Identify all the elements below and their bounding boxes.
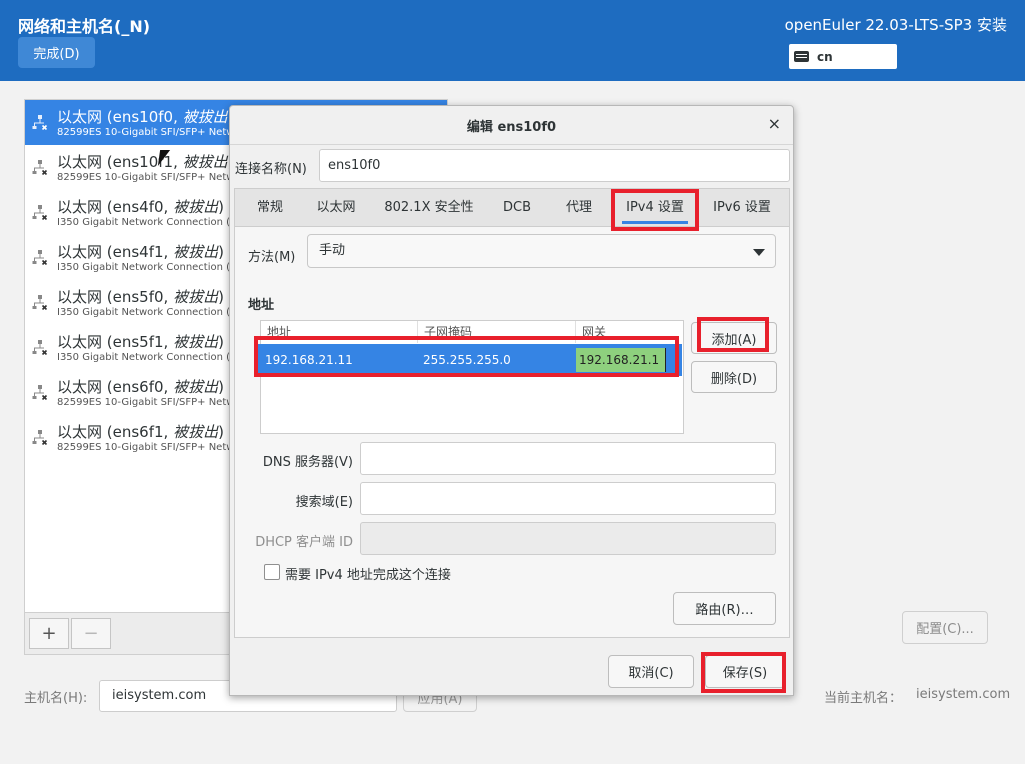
- gateway-cell-editor[interactable]: 192.168.21.1: [576, 348, 666, 372]
- tab-bar: 常规 以太网 802.1X 安全性 DCB 代理 IPv4 设置 IPv6 设置: [235, 189, 789, 227]
- address-cell[interactable]: 192.168.21.11: [265, 353, 353, 367]
- tab-8021x-security[interactable]: 802.1X 安全性: [381, 189, 477, 226]
- remove-device-button[interactable]: −: [71, 618, 111, 649]
- require-ipv4-label[interactable]: 需要 IPv4 地址完成这个连接: [285, 564, 451, 583]
- cancel-button[interactable]: 取消(C): [608, 655, 694, 688]
- done-button[interactable]: 完成(D): [18, 37, 95, 68]
- tab-ipv4-settings[interactable]: IPv4 设置: [618, 189, 692, 226]
- addresses-heading: 地址: [248, 298, 275, 313]
- method-label: 方法(M): [248, 250, 296, 265]
- network-wired-disconnected-icon: [32, 159, 48, 176]
- dialog-title: 编辑 ens10f0: [230, 106, 793, 145]
- install-title: openEuler 22.03-LTS-SP3 安装: [784, 16, 1007, 34]
- tab-proxy[interactable]: 代理: [557, 189, 601, 226]
- device-name: 以太网 (ens6f1, 被拔出): [57, 423, 224, 441]
- tab-general[interactable]: 常规: [243, 189, 297, 226]
- configure-button[interactable]: 配置(C)...: [902, 611, 988, 644]
- network-wired-disconnected-icon: [32, 294, 48, 311]
- device-name: 以太网 (ens4f1, 被拔出): [57, 243, 224, 261]
- column-address[interactable]: 地址: [261, 321, 418, 343]
- tab-ethernet[interactable]: 以太网: [309, 189, 363, 226]
- network-wired-disconnected-icon: [32, 249, 48, 266]
- device-name: 以太网 (ens4f0, 被拔出): [57, 198, 224, 216]
- hostname-label: 主机名(H):: [24, 691, 88, 706]
- page-title: 网络和主机名(_N): [18, 17, 151, 36]
- dhcp-client-id-label: DHCP 客户端 ID: [255, 535, 353, 550]
- table-row[interactable]: 192.168.21.11 255.255.255.0 192.168.21.1: [258, 344, 682, 376]
- search-domains-input[interactable]: [360, 482, 776, 515]
- routes-button[interactable]: 路由(R)…: [673, 592, 776, 625]
- address-table[interactable]: 地址 子网掩码 网关 192.168.21.11 255.255.255.0 1…: [258, 320, 684, 434]
- device-name: 以太网 (ens10f1, 被拔出): [57, 153, 234, 171]
- delete-address-button[interactable]: 删除(D): [691, 361, 777, 393]
- edit-connection-dialog: 编辑 ens10f0 × 连接名称(N) ens10f0 常规 以太网 802.…: [229, 105, 794, 696]
- keyboard-layout-label: cn: [817, 49, 833, 64]
- column-netmask[interactable]: 子网掩码: [418, 321, 576, 343]
- network-wired-disconnected-icon: [32, 204, 48, 221]
- method-value: 手动: [319, 243, 346, 258]
- connection-name-input[interactable]: ens10f0: [319, 149, 790, 182]
- add-address-button[interactable]: 添加(A): [691, 322, 777, 354]
- chevron-down-icon: [753, 249, 765, 256]
- network-wired-disconnected-icon: [32, 339, 48, 356]
- settings-notebook: 常规 以太网 802.1X 安全性 DCB 代理 IPv4 设置 IPv6 设置…: [234, 188, 790, 638]
- connection-name-label: 连接名称(N): [235, 162, 307, 177]
- close-icon[interactable]: ×: [768, 114, 781, 133]
- dhcp-client-id-input: [360, 522, 776, 555]
- dns-servers-input[interactable]: [360, 442, 776, 475]
- method-select[interactable]: 手动: [307, 234, 776, 268]
- search-domains-label: 搜索域(E): [295, 495, 353, 510]
- device-name: 以太网 (ens5f1, 被拔出): [57, 333, 224, 351]
- network-wired-disconnected-icon: [32, 114, 48, 131]
- keyboard-icon: [794, 51, 809, 62]
- device-name: 以太网 (ens10f0, 被拔出): [57, 108, 234, 126]
- tab-dcb[interactable]: DCB: [495, 189, 539, 226]
- save-button[interactable]: 保存(S): [705, 655, 785, 688]
- network-wired-disconnected-icon: [32, 429, 48, 446]
- require-ipv4-checkbox[interactable]: [264, 564, 280, 580]
- network-wired-disconnected-icon: [32, 384, 48, 401]
- device-name: 以太网 (ens5f0, 被拔出): [57, 288, 224, 306]
- keyboard-layout-indicator[interactable]: cn: [789, 44, 897, 69]
- column-gateway[interactable]: 网关: [576, 321, 683, 343]
- tab-ipv6-settings[interactable]: IPv6 设置: [707, 189, 777, 226]
- add-device-button[interactable]: +: [29, 618, 69, 649]
- current-hostname-value: ieisystem.com: [916, 687, 1011, 702]
- current-hostname-label: 当前主机名：: [824, 691, 903, 706]
- dns-servers-label: DNS 服务器(V): [262, 455, 353, 470]
- device-name: 以太网 (ens6f0, 被拔出): [57, 378, 224, 396]
- netmask-cell[interactable]: 255.255.255.0: [423, 353, 511, 367]
